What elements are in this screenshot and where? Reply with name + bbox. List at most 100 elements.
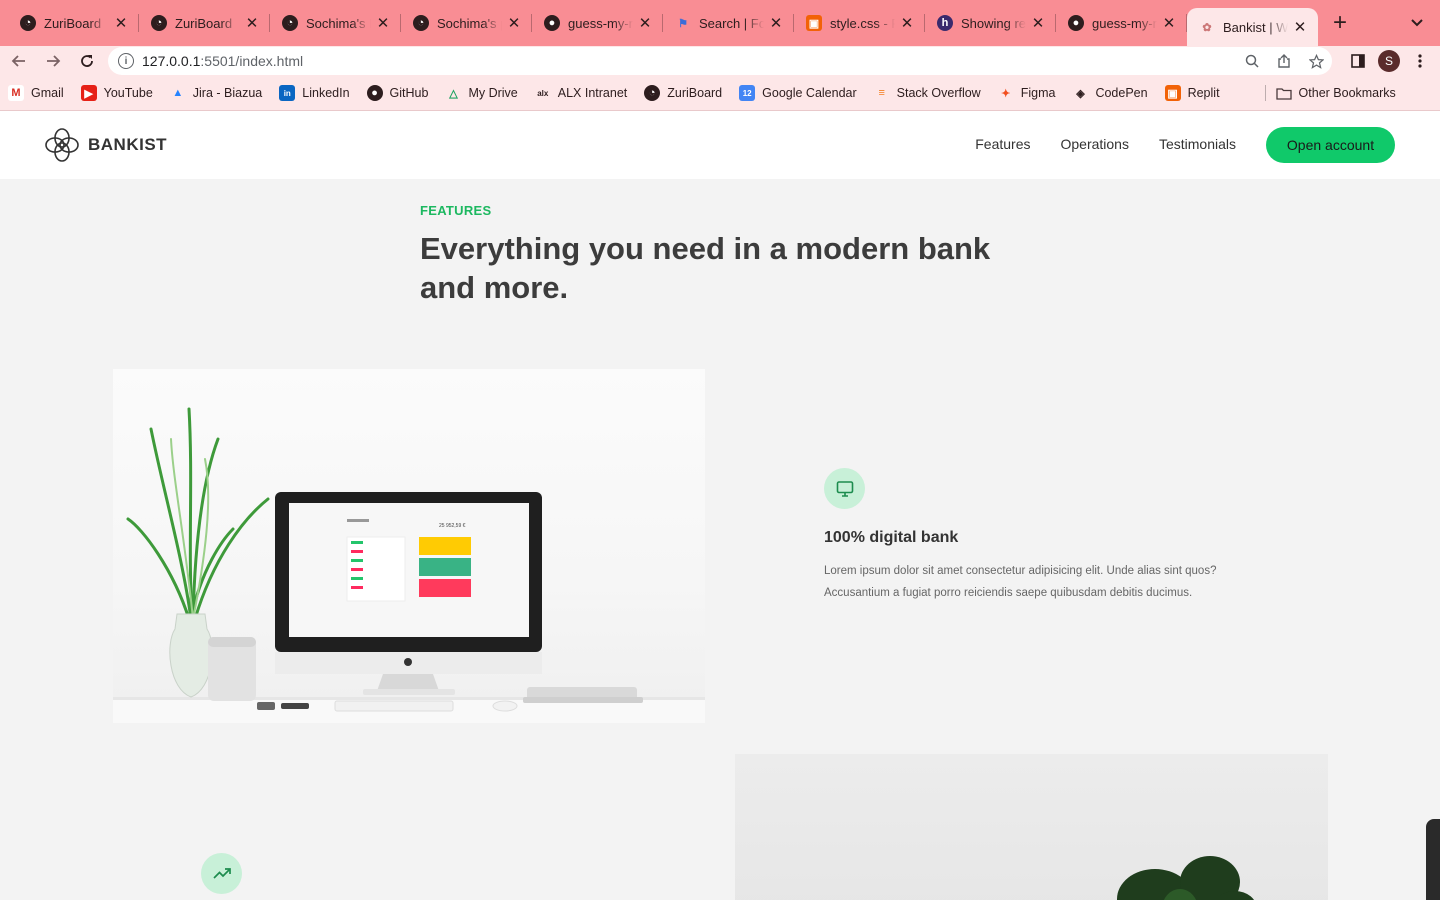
browser-menu-icon[interactable]	[1410, 51, 1430, 71]
gmail-icon: M	[8, 85, 24, 101]
browser-tab[interactable]: h Showing res ✕	[925, 0, 1056, 46]
bookmark-item[interactable]: ≡ Stack Overflow	[874, 85, 981, 101]
bookmark-item[interactable]: M Gmail	[8, 85, 64, 101]
close-tab-icon[interactable]: ✕	[244, 15, 260, 32]
bookmark-item[interactable]: ● GitHub	[366, 85, 429, 101]
nav-link-operations[interactable]: Operations	[1060, 136, 1128, 152]
tab-title: guess-my-n	[568, 15, 633, 31]
bookmark-item[interactable]: ◔ ZuriBoard	[644, 85, 722, 101]
github-icon: ●	[366, 85, 383, 101]
browser-tab[interactable]: ▣ style.css - R ✕	[794, 0, 925, 46]
monitor-icon	[824, 468, 865, 509]
close-tab-icon[interactable]: ✕	[113, 15, 129, 32]
tab-title: style.css - R	[830, 15, 895, 31]
close-tab-icon[interactable]: ✕	[375, 15, 391, 32]
bookmark-item[interactable]: ▶ YouTube	[80, 85, 153, 101]
zuri-icon: ◔	[151, 15, 167, 31]
bankist-logo[interactable]: BANKIST	[44, 127, 167, 163]
digital-bank-image: 25 952,59 €	[113, 369, 705, 723]
back-arrow-icon	[11, 55, 25, 67]
bookmarks-divider	[1264, 85, 1266, 101]
tab-title: Showing res	[961, 15, 1026, 31]
browser-tab[interactable]: ◔ ZuriBoard ✕	[139, 0, 270, 46]
site-info-icon[interactable]: i	[118, 53, 134, 69]
codepen-icon: ◈	[1076, 87, 1085, 100]
drive-icon: △	[449, 87, 458, 100]
bookmark-label: GitHub	[389, 86, 429, 100]
bookmark-item[interactable]: 12 Google Calendar	[739, 85, 857, 101]
close-tab-icon[interactable]: ✕	[506, 15, 522, 32]
bookmark-item[interactable]: ✦ Figma	[998, 85, 1056, 101]
brand-name: BANKIST	[88, 135, 168, 154]
trending-up-icon	[201, 853, 242, 894]
browser-tab[interactable]: ◔ Sochima's P ✕	[270, 0, 401, 46]
mock-balance: 25 952,59 €	[439, 523, 466, 529]
stackoverflow-icon: ≡	[878, 87, 885, 99]
bookmark-label: Jira - Biazua	[192, 86, 263, 100]
browser-toolbar: i 127.0.0.1:5501/index.html S	[0, 46, 1440, 76]
replit-icon: ▣	[806, 15, 822, 31]
tab-title: ZuriBoard	[175, 15, 233, 31]
close-tab-icon[interactable]: ✕	[899, 15, 915, 32]
bookmark-label: Figma	[1020, 86, 1056, 100]
close-tab-icon[interactable]: ✕	[637, 15, 653, 32]
close-tab-icon[interactable]: ✕	[1030, 15, 1046, 32]
reload-icon	[81, 55, 93, 67]
section-label: FEATURES	[420, 203, 492, 218]
bookmark-item[interactable]: ▲ Jira - Biazua	[170, 85, 262, 101]
other-bookmarks[interactable]: Other Bookmarks	[1275, 86, 1396, 100]
new-tab-button[interactable]: +	[1322, 5, 1358, 41]
feature-description: Lorem ipsum dolor sit amet consectetur a…	[824, 565, 1217, 599]
feature-growth	[201, 853, 242, 894]
bookmark-label: LinkedIn	[302, 86, 350, 100]
back-button[interactable]	[4, 46, 34, 76]
share-icon[interactable]	[1274, 51, 1294, 71]
browser-tab[interactable]: ● guess-my-n ✕	[1056, 0, 1187, 46]
tab-title: Bankist | W	[1223, 19, 1288, 35]
other-bookmarks-label: Other Bookmarks	[1298, 86, 1396, 100]
forward-button[interactable]	[38, 46, 68, 76]
reload-button[interactable]	[72, 46, 102, 76]
zoom-icon[interactable]	[1242, 51, 1262, 71]
bookmark-item[interactable]: in LinkedIn	[279, 85, 350, 101]
close-tab-icon[interactable]: ✕	[768, 15, 784, 32]
bookmark-item[interactable]: ▣ Replit	[1164, 85, 1220, 101]
zuri-icon: ◔	[20, 15, 36, 31]
nav-link-features[interactable]: Features	[975, 136, 1030, 152]
address-bar[interactable]: i 127.0.0.1:5501/index.html	[108, 47, 1332, 75]
bookmark-label: Stack Overflow	[896, 86, 981, 100]
tab-title: Sochima's p	[437, 15, 502, 31]
url-host: 127.0.0.1	[142, 53, 201, 69]
browser-tab[interactable]: ✿ Bankist | W ✕	[1187, 8, 1318, 46]
flag-icon: ⚑	[678, 17, 688, 30]
bookmark-item[interactable]: △ My Drive	[445, 85, 518, 101]
bookmark-star-icon[interactable]	[1306, 51, 1326, 71]
bookmark-label: YouTube	[103, 86, 153, 100]
tab-search-chevron-icon[interactable]	[1406, 12, 1428, 34]
bankist-icon: ✿	[1202, 21, 1212, 34]
browser-tab[interactable]: ◔ Sochima's p ✕	[401, 0, 532, 46]
nav-link-testimonials[interactable]: Testimonials	[1159, 136, 1236, 152]
browser-tab-strip: ◔ ZuriBoard ✕ ◔ ZuriBoard ✕ ◔ Sochima's P ✕ ◔ Soch…	[0, 0, 1440, 46]
web-page: BANKIST Features Operations Testimonials…	[0, 111, 1440, 900]
replit-icon: ▣	[1164, 85, 1181, 101]
growth-image	[735, 754, 1328, 900]
folder-icon	[1275, 87, 1292, 100]
side-panel-icon[interactable]	[1348, 51, 1368, 71]
browser-tab[interactable]: ⚑ Search | For ✕	[663, 0, 794, 46]
profile-avatar[interactable]: S	[1378, 50, 1400, 72]
bookmark-label: Gmail	[31, 86, 64, 100]
device-edge-image	[1426, 819, 1440, 900]
close-tab-icon[interactable]: ✕	[1161, 15, 1177, 32]
feature-digital-bank: 100% digital bank Lorem ipsum dolor sit …	[824, 468, 1224, 604]
tab-title: guess-my-n	[1092, 15, 1157, 31]
browser-tab[interactable]: ● guess-my-n ✕	[532, 0, 663, 46]
youtube-icon: ▶	[80, 85, 97, 101]
browser-tab[interactable]: ◔ ZuriBoard ✕	[8, 0, 139, 46]
open-account-button[interactable]: Open account	[1266, 127, 1395, 163]
bookmark-item[interactable]: ◈ CodePen	[1072, 85, 1147, 101]
bookmark-label: ALX Intranet	[557, 86, 628, 100]
alx-icon: alx	[537, 88, 549, 98]
bookmark-item[interactable]: alx ALX Intranet	[535, 85, 628, 101]
close-tab-icon[interactable]: ✕	[1292, 19, 1308, 36]
